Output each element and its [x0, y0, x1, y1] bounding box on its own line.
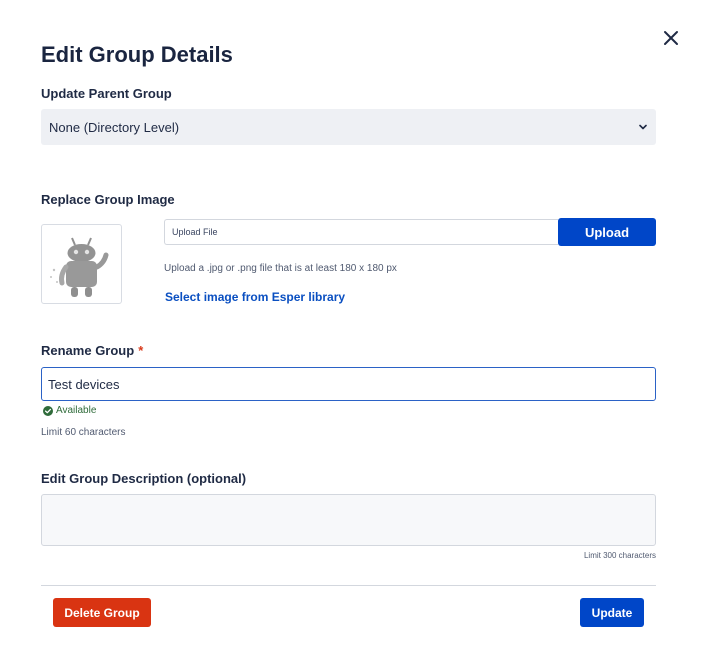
update-button[interactable]: Update: [580, 598, 644, 627]
parent-group-selected-value: None (Directory Level): [49, 119, 180, 135]
android-robot-icon: [50, 237, 109, 297]
upload-file-field[interactable]: Upload File: [164, 219, 558, 245]
group-image-thumbnail: [41, 224, 122, 304]
description-label: Edit Group Description (optional): [41, 471, 247, 486]
upload-hint: Upload a .jpg or .png file that is at le…: [164, 263, 397, 274]
description-limit-text: Limit 300 characters: [583, 551, 656, 560]
rename-group-value: Test devices: [48, 376, 120, 392]
check-circle-icon: [43, 405, 53, 416]
availability-text: Available: [56, 405, 97, 416]
availability-status: Available: [43, 405, 96, 416]
required-asterisk: *: [138, 343, 144, 358]
rename-limit-text: Limit 60 characters: [41, 427, 126, 438]
rename-group-input[interactable]: Test devices: [41, 367, 656, 401]
description-textarea[interactable]: [41, 494, 656, 546]
chevron-down-icon: [639, 124, 647, 130]
upload-file-placeholder: Upload File: [172, 227, 218, 237]
select-from-library-link[interactable]: Select image from Esper library: [165, 290, 345, 304]
dialog-title: Edit Group Details: [41, 42, 233, 67]
rename-group-label: Rename Group *: [41, 343, 143, 358]
close-button[interactable]: [661, 28, 681, 48]
upload-button[interactable]: Upload: [558, 218, 656, 246]
footer-divider: [41, 585, 656, 586]
group-image-label: Replace Group Image: [41, 192, 175, 207]
delete-group-button[interactable]: Delete Group: [53, 598, 151, 627]
rename-group-label-text: Rename Group: [41, 343, 135, 358]
parent-group-select[interactable]: None (Directory Level): [41, 109, 656, 145]
close-icon: [664, 31, 678, 45]
parent-group-label: Update Parent Group: [41, 86, 172, 101]
